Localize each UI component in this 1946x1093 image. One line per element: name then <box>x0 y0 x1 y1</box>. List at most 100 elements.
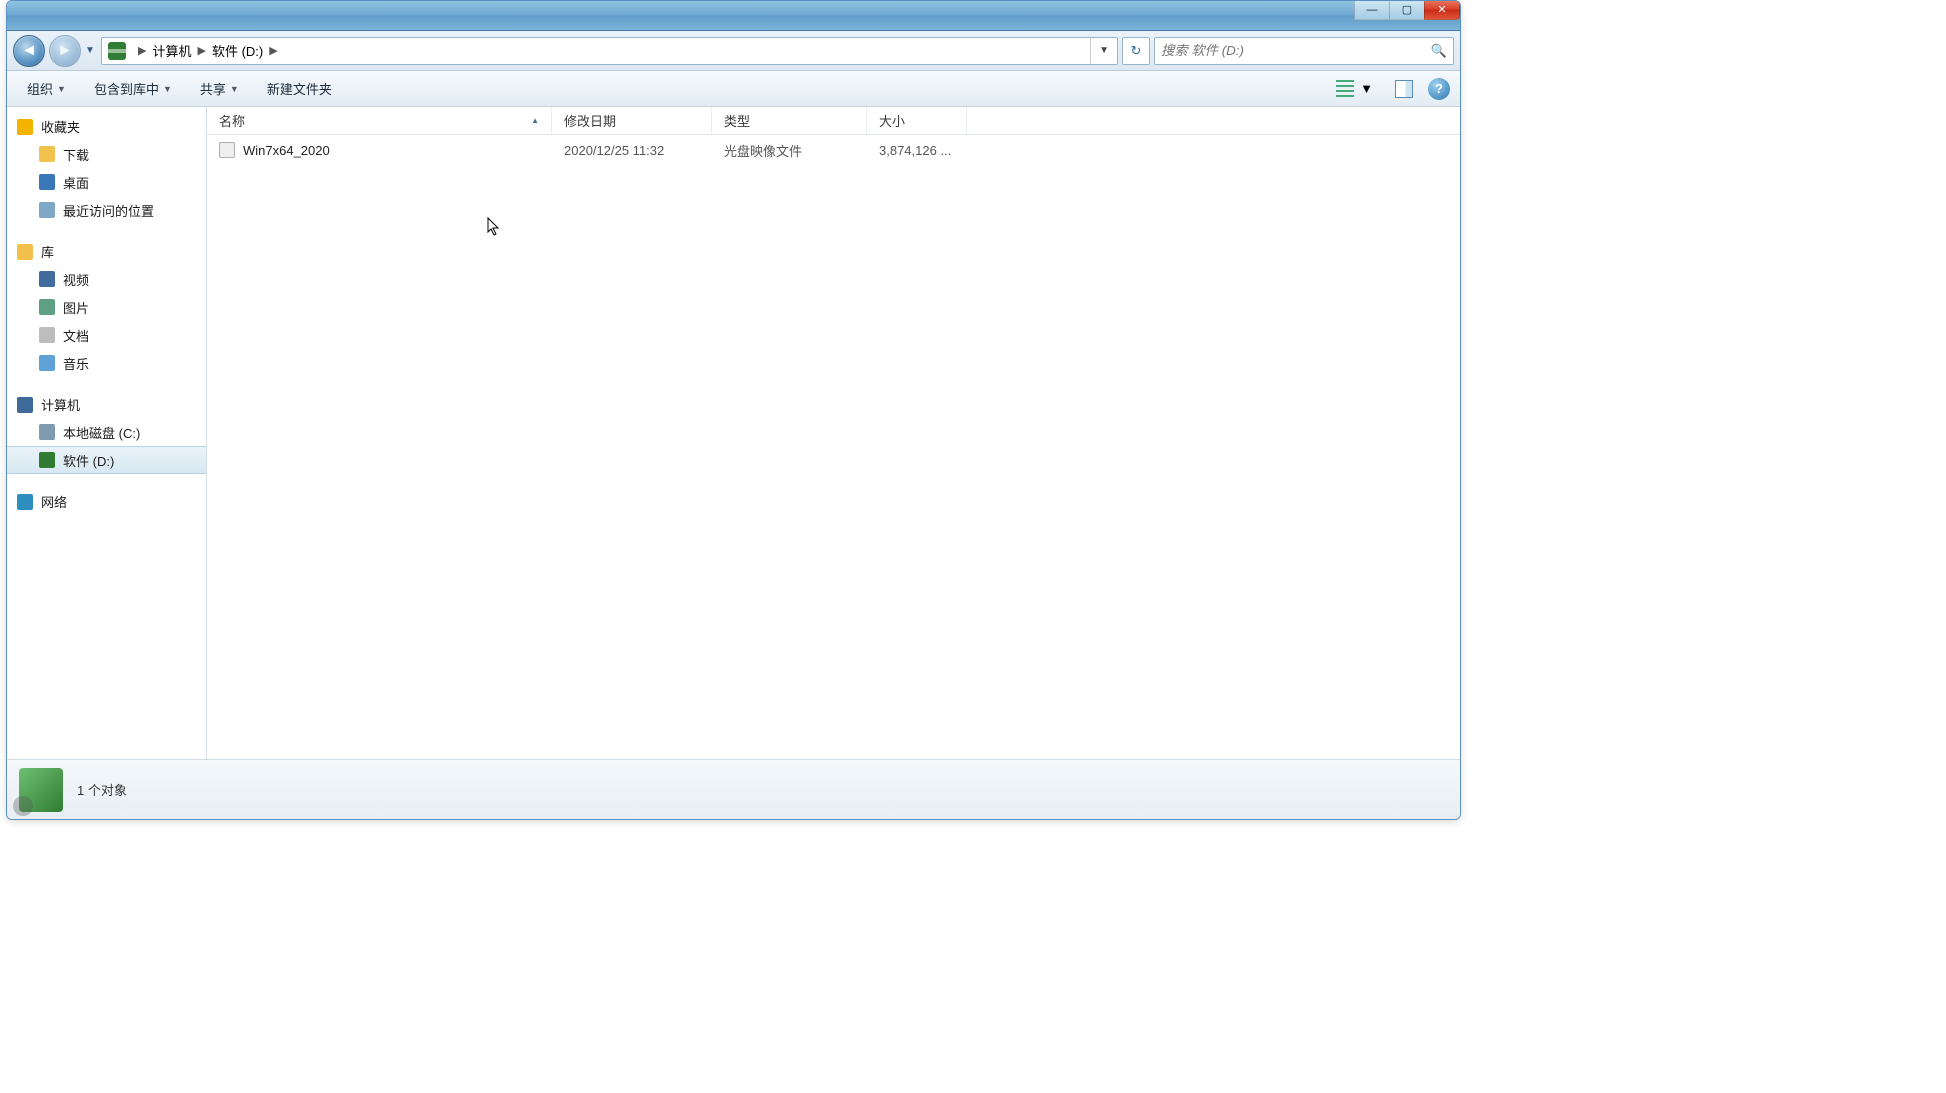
sidebar-item-label: 下载 <box>63 145 89 164</box>
file-size-cell: 3,874,126 ... <box>867 143 967 158</box>
status-text: 1 个对象 <box>77 780 127 799</box>
sidebar-item-downloads[interactable]: 下载 <box>7 140 206 168</box>
sidebar-item-network[interactable]: 网络 <box>7 488 206 515</box>
forward-button[interactable]: ► <box>49 35 81 67</box>
computer-group: 计算机 本地磁盘 (C:) 软件 (D:) <box>7 391 206 474</box>
sidebar-item-favorites[interactable]: 收藏夹 <box>7 113 206 140</box>
status-bar: 1 个对象 <box>7 759 1460 819</box>
new-folder-button[interactable]: 新建文件夹 <box>257 75 342 102</box>
column-header-date[interactable]: 修改日期 <box>552 107 712 134</box>
drive-icon <box>39 452 55 468</box>
chevron-down-icon: ▼ <box>163 84 172 94</box>
file-list-pane[interactable]: 名称 ▲ 修改日期 类型 大小 Win7x64_2020 2020/1 <box>207 107 1460 759</box>
window-controls: — ▢ ✕ <box>1355 0 1460 20</box>
music-icon <box>39 355 55 371</box>
breadcrumb-current[interactable]: 软件 (D:) <box>212 41 263 60</box>
sort-ascending-icon: ▲ <box>531 116 539 125</box>
include-in-library-menu[interactable]: 包含到库中 ▼ <box>84 75 182 102</box>
sidebar-item-label: 计算机 <box>41 395 80 414</box>
preview-pane-button[interactable] <box>1388 75 1420 103</box>
recent-icon <box>39 202 55 218</box>
column-header-name[interactable]: 名称 ▲ <box>207 107 552 134</box>
sidebar-item-label: 图片 <box>63 298 89 317</box>
search-input[interactable] <box>1161 38 1431 64</box>
chevron-right-icon[interactable]: ▶ <box>263 44 283 57</box>
search-icon[interactable]: 🔍 <box>1431 43 1447 59</box>
nav-history-dropdown[interactable]: ▼ <box>85 45 97 56</box>
minimize-button[interactable]: — <box>1354 0 1390 20</box>
organize-menu[interactable]: 组织 ▼ <box>17 75 76 102</box>
library-icon <box>17 244 33 260</box>
sidebar-item-label: 音乐 <box>63 354 89 373</box>
body: 收藏夹 下载 桌面 最近访问的位置 库 <box>7 107 1460 759</box>
navigation-pane: 收藏夹 下载 桌面 最近访问的位置 库 <box>7 107 207 759</box>
sidebar-item-label: 收藏夹 <box>41 117 80 136</box>
chevron-down-icon: ▼ <box>57 84 66 94</box>
chevron-right-icon[interactable]: ▶ <box>191 44 211 57</box>
column-label: 大小 <box>879 111 905 130</box>
column-label: 修改日期 <box>564 111 616 130</box>
toolbar-label: 新建文件夹 <box>267 79 332 98</box>
desktop-icon <box>39 174 55 190</box>
chevron-down-icon: ▼ <box>230 84 239 94</box>
toolbar-label: 共享 <box>200 79 226 98</box>
toolbar-label: 包含到库中 <box>94 79 159 98</box>
maximize-button[interactable]: ▢ <box>1389 0 1425 20</box>
view-mode-button[interactable]: ▼ <box>1329 75 1380 103</box>
address-row: ◄ ► ▼ ▶ 计算机 ▶ 软件 (D:) ▶ ▼ ↻ 🔍 <box>7 31 1460 71</box>
sidebar-item-drive-c[interactable]: 本地磁盘 (C:) <box>7 418 206 446</box>
iso-file-icon <box>219 142 235 158</box>
sidebar-item-videos[interactable]: 视频 <box>7 265 206 293</box>
toolbar: 组织 ▼ 包含到库中 ▼ 共享 ▼ 新建文件夹 ▼ ? <box>7 71 1460 107</box>
network-group: 网络 <box>7 488 206 515</box>
libraries-group: 库 视频 图片 文档 音乐 <box>7 238 206 377</box>
sidebar-item-label: 最近访问的位置 <box>63 201 154 220</box>
sidebar-item-label: 库 <box>41 242 54 261</box>
list-view-icon <box>1336 80 1354 98</box>
close-button[interactable]: ✕ <box>1424 0 1460 20</box>
sidebar-item-computer[interactable]: 计算机 <box>7 391 206 418</box>
drive-icon <box>39 424 55 440</box>
sidebar-item-recent[interactable]: 最近访问的位置 <box>7 196 206 224</box>
address-bar[interactable]: ▶ 计算机 ▶ 软件 (D:) ▶ ▼ <box>101 37 1118 65</box>
sidebar-item-desktop[interactable]: 桌面 <box>7 168 206 196</box>
column-headers: 名称 ▲ 修改日期 类型 大小 <box>207 107 1460 135</box>
sidebar-item-pictures[interactable]: 图片 <box>7 293 206 321</box>
sidebar-item-libraries[interactable]: 库 <box>7 238 206 265</box>
chevron-down-icon: ▼ <box>1360 81 1373 96</box>
column-label: 类型 <box>724 111 750 130</box>
search-box[interactable]: 🔍 <box>1154 37 1454 65</box>
breadcrumb-computer[interactable]: 计算机 <box>152 41 191 60</box>
titlebar[interactable]: — ▢ ✕ <box>7 1 1460 31</box>
sidebar-item-music[interactable]: 音乐 <box>7 349 206 377</box>
file-name-cell: Win7x64_2020 <box>207 142 552 158</box>
column-header-type[interactable]: 类型 <box>712 107 867 134</box>
refresh-button[interactable]: ↻ <box>1122 37 1150 65</box>
column-label: 名称 <box>219 111 245 130</box>
column-header-size[interactable]: 大小 <box>867 107 967 134</box>
sidebar-item-label: 文档 <box>63 326 89 345</box>
file-name: Win7x64_2020 <box>243 143 330 158</box>
help-button[interactable]: ? <box>1428 78 1450 100</box>
sidebar-item-label: 网络 <box>41 492 67 511</box>
toolbar-label: 组织 <box>27 79 53 98</box>
preview-pane-icon <box>1395 80 1413 98</box>
file-row[interactable]: Win7x64_2020 2020/12/25 11:32 光盘映像文件 3,8… <box>207 135 1460 165</box>
file-type-cell: 光盘映像文件 <box>712 141 867 160</box>
drive-icon <box>19 768 63 812</box>
share-menu[interactable]: 共享 ▼ <box>190 75 249 102</box>
sidebar-item-documents[interactable]: 文档 <box>7 321 206 349</box>
explorer-window: — ▢ ✕ ◄ ► ▼ ▶ 计算机 ▶ 软件 (D:) ▶ ▼ ↻ 🔍 组织 ▼ <box>6 0 1461 820</box>
sidebar-item-label: 本地磁盘 (C:) <box>63 423 140 442</box>
sidebar-item-drive-d[interactable]: 软件 (D:) <box>7 446 206 474</box>
back-button[interactable]: ◄ <box>13 35 45 67</box>
star-icon <box>17 119 33 135</box>
network-icon <box>17 494 33 510</box>
address-dropdown[interactable]: ▼ <box>1090 38 1117 64</box>
file-date-cell: 2020/12/25 11:32 <box>552 143 712 158</box>
chevron-right-icon[interactable]: ▶ <box>132 44 152 57</box>
computer-icon <box>17 397 33 413</box>
sidebar-item-label: 视频 <box>63 270 89 289</box>
sidebar-item-label: 软件 (D:) <box>63 451 114 470</box>
drive-icon <box>108 42 126 60</box>
